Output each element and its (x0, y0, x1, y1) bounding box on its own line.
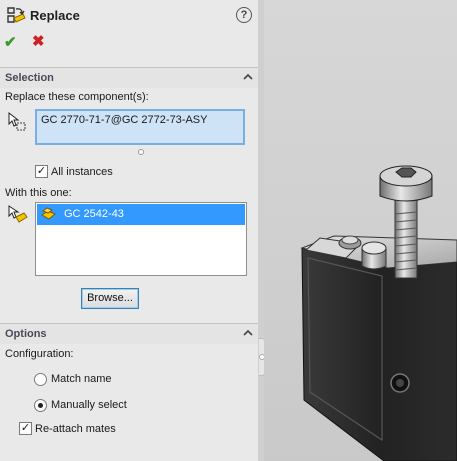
part-icon (41, 207, 56, 220)
chevron-up-icon[interactable] (243, 72, 253, 82)
options-section-title: Options (5, 328, 47, 340)
page-title: Replace (30, 8, 80, 23)
property-manager-panel: Replace ? ✔ ✖ Selection Replace these co… (0, 0, 259, 461)
all-instances-label: All instances (51, 166, 113, 178)
chevron-up-icon[interactable] (243, 328, 253, 338)
component-select-icon (8, 111, 26, 131)
ok-button[interactable]: ✔ (4, 33, 17, 51)
selection-section-title: Selection (5, 72, 54, 84)
match-name-radio[interactable] (34, 373, 47, 386)
all-instances-checkbox[interactable]: ✓ (35, 165, 48, 178)
selection-section-header[interactable]: Selection (0, 67, 258, 88)
part-icon (8, 205, 28, 223)
replace-components-value: GC 2770-71-7@GC 2772-73-ASY (41, 114, 208, 126)
options-section-header[interactable]: Options (0, 323, 258, 344)
reattach-mates-label: Re-attach mates (35, 423, 116, 435)
replacement-list[interactable]: GC 2542-43 (35, 202, 247, 276)
list-item-label: GC 2542-43 (64, 208, 124, 220)
match-name-label: Match name (51, 373, 112, 385)
replace-components-label: Replace these component(s): (5, 91, 149, 103)
replace-components-field[interactable]: GC 2770-71-7@GC 2772-73-ASY (35, 109, 245, 145)
cancel-button[interactable]: ✖ (32, 32, 45, 50)
replace-components-icon (7, 7, 26, 23)
field-resize-handle[interactable] (138, 149, 144, 155)
list-item[interactable]: GC 2542-43 (37, 204, 245, 225)
reattach-mates-checkbox[interactable]: ✓ (19, 422, 32, 435)
assembly-model[interactable] (264, 0, 457, 461)
manually-select-radio[interactable] (34, 399, 47, 412)
graphics-viewport[interactable] (264, 0, 457, 461)
manually-select-label: Manually select (51, 399, 127, 411)
help-icon[interactable]: ? (236, 7, 252, 23)
configuration-label: Configuration: (5, 348, 74, 360)
browse-button[interactable]: Browse... (81, 288, 139, 309)
with-this-one-label: With this one: (5, 187, 72, 199)
